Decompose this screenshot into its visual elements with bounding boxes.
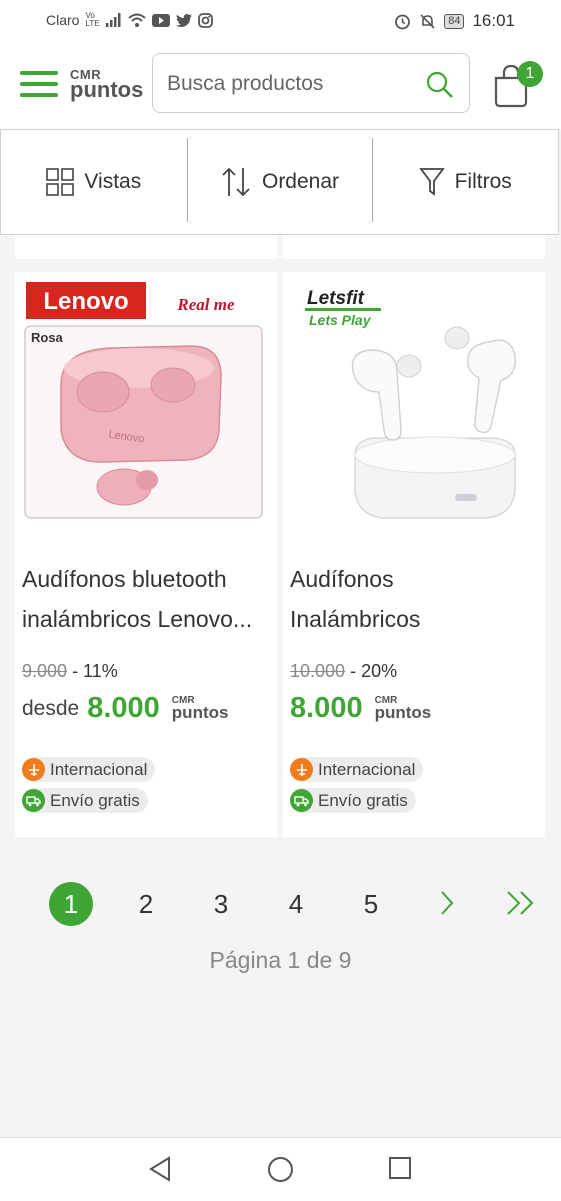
price-prefix: desde [22, 696, 80, 720]
previous-card-bottom [283, 235, 545, 259]
listing-toolbar: Vistas Ordenar Filtros [0, 129, 559, 235]
free-shipping-badge: Envío gratis [22, 788, 148, 813]
page-2-button[interactable]: 2 [124, 882, 168, 926]
previous-card-bottom [15, 235, 277, 259]
truck-icon [290, 789, 313, 812]
international-badge: Internacional [290, 757, 424, 782]
brand-logo-text: Lenovo [43, 288, 128, 315]
page-info: Página 1 de 9 [209, 947, 352, 973]
last-page-icon[interactable] [505, 890, 537, 916]
carrier-label: Claro [46, 12, 80, 28]
app-header: CMR puntos 1 [0, 40, 561, 130]
cart-count-badge: 1 [517, 61, 543, 87]
brand-logo-text: Letsfit [307, 288, 365, 309]
price-current: 8.000 [87, 692, 160, 724]
battery-indicator: 84 [444, 13, 465, 29]
clock: 16:01 [472, 11, 515, 30]
sort-arrows-icon [222, 167, 250, 197]
grid-view-icon [46, 168, 75, 196]
youtube-icon [151, 13, 170, 27]
airplane-icon [22, 758, 45, 781]
search-box[interactable] [152, 53, 470, 113]
product-title[interactable]: Audífonos bluetooth inalámbricos Lenovo.… [22, 559, 267, 639]
alarm-icon [395, 14, 411, 29]
search-input[interactable] [165, 68, 419, 100]
page-3-button[interactable]: 3 [199, 882, 243, 926]
price-current: 8.000 [290, 692, 363, 724]
menu-icon[interactable] [20, 71, 58, 97]
brand-sub-text: Real me [176, 295, 235, 314]
pagination: 1 2 3 4 5 [0, 880, 561, 930]
twitter-icon [175, 13, 192, 27]
filter-funnel-icon [418, 168, 445, 196]
page-5-button[interactable]: 5 [349, 882, 393, 926]
signal-icon [105, 13, 121, 27]
cmr-puntos-logo[interactable]: CMR puntos [70, 68, 143, 101]
product-image[interactable]: Letsfit Lets Play [289, 280, 539, 530]
price-row: desde 8.000 CMR puntos [22, 692, 228, 725]
product-image[interactable]: Lenovo Real me Rosa Lenovo [21, 280, 271, 530]
page-4-button[interactable]: 4 [274, 882, 318, 926]
instagram-icon [197, 12, 213, 28]
filters-label: Filtros [454, 170, 512, 193]
brand-sub-text: Lets Play [309, 312, 372, 328]
cmr-puntos-mini-logo: CMR puntos [171, 695, 229, 722]
airplane-icon [290, 758, 313, 781]
page-1-button[interactable]: 1 [49, 882, 93, 926]
next-page-icon[interactable] [438, 890, 456, 916]
truck-icon [22, 789, 45, 812]
views-button[interactable]: Vistas [1, 130, 187, 234]
sort-label: Ordenar [261, 170, 340, 193]
product-card[interactable]: Letsfit Lets Play Audífonos Inalámbricos… [283, 272, 545, 837]
mute-icon [420, 13, 435, 29]
price-original: 10.000 - 20% [290, 661, 398, 681]
cmr-puntos-mini-logo: CMR puntos [374, 695, 432, 722]
product-title[interactable]: Audífonos Inalámbricos [290, 559, 535, 639]
price-original: 9.000 - 11% [22, 661, 118, 681]
price-row: 8.000 CMR puntos [290, 692, 431, 725]
color-label: Rosa [31, 330, 64, 345]
product-card[interactable]: Lenovo Real me Rosa Lenovo Audífonos blu… [15, 272, 277, 837]
volte-indicator: Vo LTE [85, 11, 100, 28]
discount-label: - 11% [72, 661, 118, 681]
filters-button[interactable]: Filtros [372, 130, 558, 234]
recents-icon[interactable] [388, 1156, 412, 1180]
system-nav-bar [0, 1137, 561, 1201]
status-bar: Claro Vo LTE 84 16:01 [0, 0, 561, 40]
discount-label: - 20% [350, 661, 398, 681]
free-shipping-badge: Envío gratis [290, 788, 416, 813]
home-icon[interactable] [267, 1156, 294, 1183]
sort-button[interactable]: Ordenar [186, 130, 373, 234]
wifi-icon [127, 13, 146, 27]
back-icon[interactable] [148, 1156, 172, 1182]
international-badge: Internacional [22, 757, 156, 782]
views-label: Vistas [84, 170, 142, 193]
search-icon[interactable] [425, 70, 455, 100]
